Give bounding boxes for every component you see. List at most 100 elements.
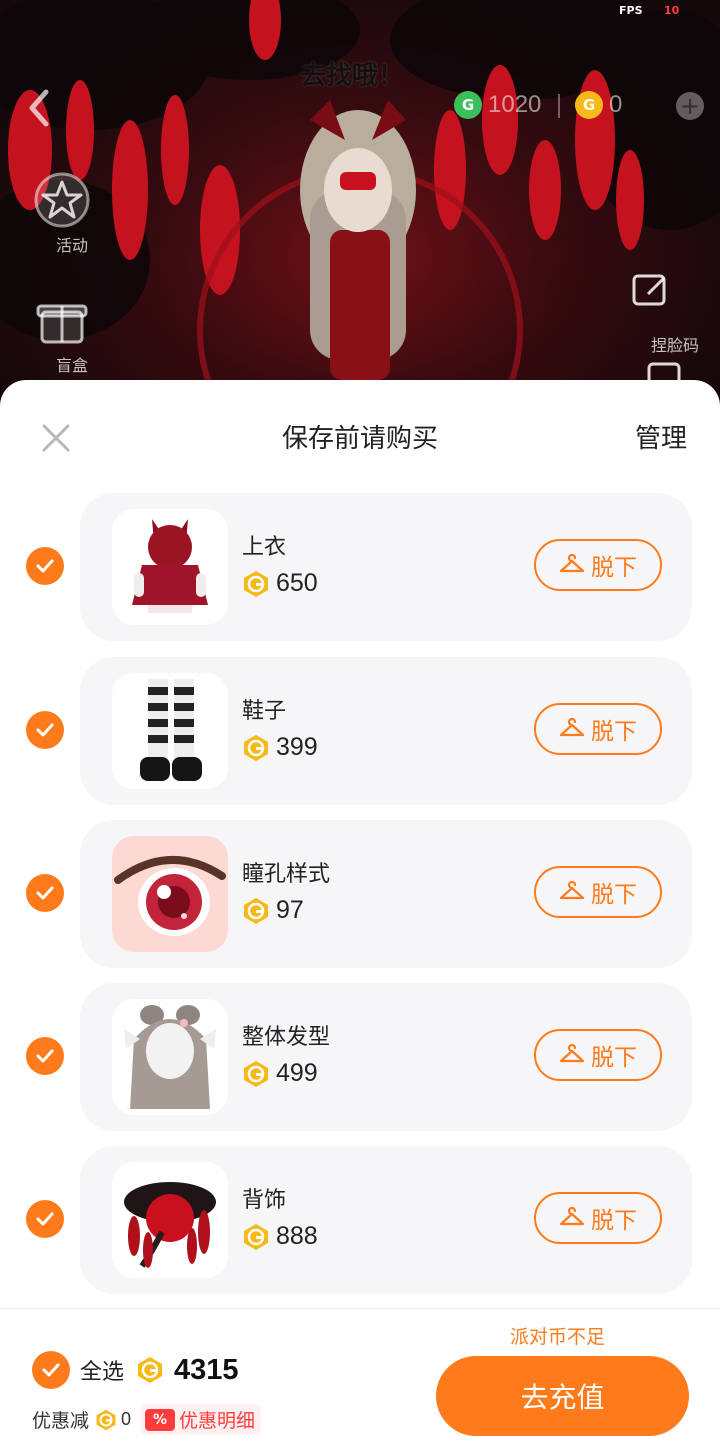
item-card: 鞋子 399 脱下 xyxy=(80,657,692,805)
item-checkbox[interactable] xyxy=(26,711,64,749)
hanger-icon xyxy=(559,1044,585,1063)
gold-coin-icon: G xyxy=(575,91,603,119)
fps-label: FPS xyxy=(619,4,643,17)
red-eye-thumb xyxy=(112,836,228,952)
gold-coin-icon xyxy=(242,897,270,925)
take-off-button[interactable]: 脱下 xyxy=(534,539,662,591)
select-all-row: 全选 4315 xyxy=(32,1351,239,1389)
discount-detail-button[interactable]: % 优惠明细 xyxy=(141,1404,262,1435)
item-price-value: 888 xyxy=(276,1222,318,1250)
gold-currency: G 0 xyxy=(575,88,622,122)
item-name: 鞋子 xyxy=(242,699,287,724)
item-checkbox[interactable] xyxy=(26,874,64,912)
take-off-label: 脱下 xyxy=(591,555,637,581)
red-tree-back-accessory-thumb xyxy=(112,1162,228,1278)
item-checkbox[interactable] xyxy=(26,1037,64,1075)
gold-coin-icon xyxy=(136,1356,164,1384)
check-icon xyxy=(36,1212,54,1226)
blind-box-label: 盲盒 xyxy=(55,356,88,375)
gold-coin-icon xyxy=(242,1223,270,1251)
check-icon xyxy=(36,723,54,737)
item-price-value: 399 xyxy=(276,733,318,761)
game-scene-background: FPS 10 去找哦！ G 1020 G 0 + 活动 盲盒 捏脸码 xyxy=(0,0,720,420)
purchase-sheet: 保存前请购买 管理 上衣 650 脱下 鞋子 399 脱下 瞳孔样式 97 脱下… xyxy=(0,380,720,1441)
list-item: 瞳孔样式 97 脱下 xyxy=(0,820,720,968)
item-card: 上衣 650 脱下 xyxy=(80,493,692,641)
gold-currency-value: 0 xyxy=(609,91,623,118)
star-icon xyxy=(34,170,102,230)
gold-coin-icon xyxy=(242,1060,270,1088)
face-code-button[interactable]: 捏脸码 xyxy=(630,270,720,356)
list-item: 鞋子 399 脱下 xyxy=(0,657,720,805)
item-card: 整体发型 499 脱下 xyxy=(80,983,692,1131)
take-off-button[interactable]: 脱下 xyxy=(534,866,662,918)
percent-badge-icon: % xyxy=(145,1408,176,1431)
gray-hair-thumb xyxy=(112,999,228,1115)
select-all-label: 全选 xyxy=(80,1360,125,1385)
discount-detail-label: 优惠明细 xyxy=(179,1410,256,1432)
green-currency-value: 1020 xyxy=(488,91,542,118)
gold-coin-icon xyxy=(242,734,270,762)
discount-label: 优惠减 xyxy=(32,1410,90,1432)
item-price: 888 xyxy=(242,1222,318,1251)
red-hooded-dress-thumb xyxy=(112,509,228,625)
take-off-label: 脱下 xyxy=(591,882,637,908)
currency-divider xyxy=(558,94,560,118)
item-price: 650 xyxy=(242,569,318,598)
take-off-button[interactable]: 脱下 xyxy=(534,1029,662,1081)
item-name: 整体发型 xyxy=(242,1025,331,1050)
check-icon xyxy=(36,559,54,573)
discount-value: 0 xyxy=(121,1409,132,1429)
select-all-checkbox[interactable] xyxy=(32,1351,70,1389)
item-card: 背饰 888 脱下 xyxy=(80,1146,692,1294)
item-name: 上衣 xyxy=(242,535,287,560)
back-button[interactable] xyxy=(24,88,54,128)
activity-button[interactable]: 活动 xyxy=(32,170,112,256)
item-checkbox[interactable] xyxy=(26,547,64,585)
manage-button[interactable]: 管理 xyxy=(635,418,687,455)
gift-box-icon xyxy=(36,290,102,350)
face-code-label: 捏脸码 xyxy=(650,336,699,355)
take-off-label: 脱下 xyxy=(591,1045,637,1071)
striped-socks-shoes-thumb xyxy=(112,673,228,789)
edit-face-icon xyxy=(632,270,705,330)
check-icon xyxy=(36,886,54,900)
activity-label: 活动 xyxy=(55,236,88,255)
discount-row: 优惠减 0 % 优惠明细 xyxy=(32,1404,262,1435)
hanger-icon xyxy=(559,554,585,573)
item-price: 97 xyxy=(242,896,304,925)
take-off-label: 脱下 xyxy=(591,719,637,745)
item-price-value: 499 xyxy=(276,1059,318,1087)
green-currency: G 1020 xyxy=(454,88,541,122)
check-icon xyxy=(36,1049,54,1063)
green-coin-icon: G xyxy=(454,91,482,119)
scene-title: 去找哦！ xyxy=(300,61,405,91)
list-item: 上衣 650 脱下 xyxy=(0,493,720,641)
take-off-button[interactable]: 脱下 xyxy=(534,1192,662,1244)
chevron-left-icon xyxy=(29,89,49,127)
item-card: 瞳孔样式 97 脱下 xyxy=(80,820,692,968)
recharge-button[interactable]: 去充值 xyxy=(436,1356,689,1436)
fps-value: 10 xyxy=(664,4,680,17)
item-name: 背饰 xyxy=(242,1188,287,1213)
hanger-icon xyxy=(559,1207,585,1226)
item-price-value: 650 xyxy=(276,569,318,597)
list-item: 背饰 888 脱下 xyxy=(0,1146,720,1294)
item-checkbox[interactable] xyxy=(26,1200,64,1238)
gold-coin-icon xyxy=(95,1409,117,1431)
item-price-value: 97 xyxy=(276,896,304,924)
hanger-icon xyxy=(559,718,585,737)
check-icon xyxy=(42,1363,60,1377)
take-off-button[interactable]: 脱下 xyxy=(534,703,662,755)
item-price: 499 xyxy=(242,1059,318,1088)
hanger-icon xyxy=(559,881,585,900)
item-name: 瞳孔样式 xyxy=(242,862,331,887)
total-price: 4315 xyxy=(174,1353,239,1386)
insufficient-notice: 派对币不足 xyxy=(510,1326,606,1348)
add-currency-button[interactable]: + xyxy=(676,92,704,120)
gold-coin-icon xyxy=(242,570,270,598)
take-off-label: 脱下 xyxy=(591,1208,637,1234)
blind-box-button[interactable]: 盲盒 xyxy=(32,290,112,376)
footer-divider xyxy=(0,1308,720,1309)
item-price: 399 xyxy=(242,733,318,762)
